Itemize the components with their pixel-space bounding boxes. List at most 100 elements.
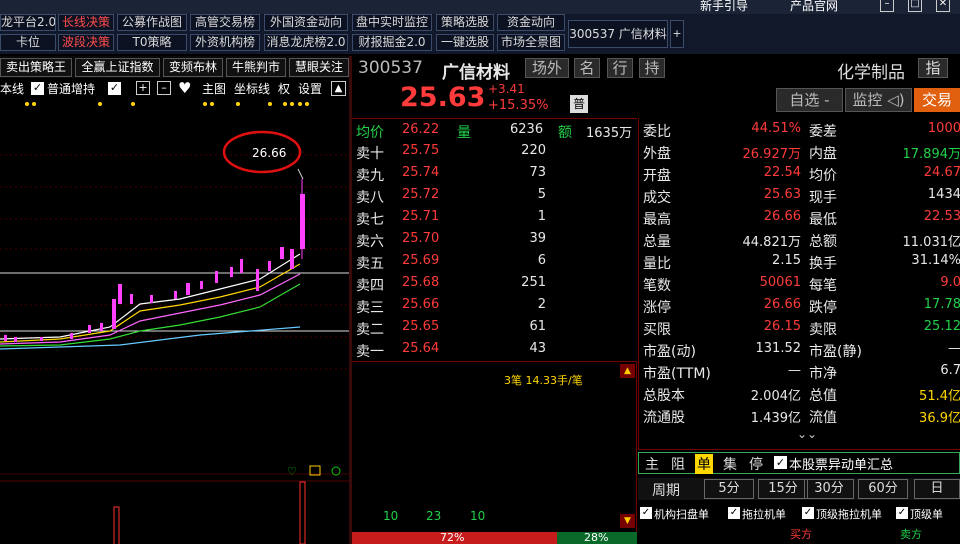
tab-sell-strategy[interactable]: 卖出策略王 <box>0 58 72 77</box>
tab-ting[interactable]: 停 <box>749 454 763 474</box>
minimize-icon[interactable]: – <box>880 0 894 12</box>
ask-row[interactable]: 卖十 25.75 220 <box>352 141 637 163</box>
tab-zu[interactable]: 阻 <box>671 454 685 474</box>
period-day[interactable]: 日 <box>914 479 960 499</box>
checkbox-icon[interactable]: ✓ <box>774 456 787 469</box>
toolbar-btn[interactable]: 公募作战图 <box>117 14 187 31</box>
checkbox-icon[interactable]: ✓ <box>728 507 740 519</box>
checkbox-icon[interactable]: ✓ <box>640 507 652 519</box>
kline-chart[interactable]: 26.66 ♡ <box>0 99 350 544</box>
tab-focus[interactable]: 慧眼关注 <box>289 58 349 77</box>
main-chart-label[interactable]: 主图 <box>202 80 226 97</box>
toolbar-btn[interactable]: 资金动向 <box>497 14 565 31</box>
sell-side-label: 卖方 <box>900 528 922 541</box>
tag-changwai[interactable]: 场外 <box>525 58 569 78</box>
tab-shanghai-index[interactable]: 全赢上证指数 <box>75 58 160 77</box>
toolbar-btn[interactable]: 卡位 <box>0 34 56 51</box>
period-60m[interactable]: 60分 <box>858 479 908 499</box>
trade-button[interactable]: 交易 <box>914 88 960 112</box>
avg-price: 26.22 <box>402 122 440 137</box>
ask-row[interactable]: 卖五 25.69 6 <box>352 251 637 273</box>
checkbox-icon[interactable]: ✓ <box>802 507 814 519</box>
watchlist-button[interactable]: 自选 - <box>776 88 843 112</box>
volume-icons[interactable]: ♡ <box>287 465 341 478</box>
filter-tuolaji[interactable]: 拖拉机单 <box>742 506 786 522</box>
filter-top-tuolaji[interactable]: 顶级拖拉机单 <box>816 506 882 522</box>
ask-price: 25.71 <box>402 209 440 224</box>
toolbar-btn[interactable]: 高管交易榜 <box>190 14 260 31</box>
stat-label: 委比 <box>643 124 671 140</box>
period-15m[interactable]: 15分 <box>758 479 808 499</box>
coord-line-label[interactable]: 坐标线 <box>234 80 270 97</box>
toolbar-btn[interactable]: 龙平台2.0 <box>0 14 56 31</box>
ask-row[interactable]: 卖三 25.66 2 <box>352 295 637 317</box>
tab-zhu[interactable]: 主 <box>645 454 659 474</box>
tag-ming[interactable]: 名 <box>574 58 600 78</box>
expand-icon[interactable]: ⌄⌄ <box>797 427 817 441</box>
pointer-line <box>297 168 304 180</box>
collapse-icon[interactable]: ▲ <box>331 81 346 96</box>
close-icon[interactable]: ✕ <box>936 0 950 12</box>
tab-bollinger[interactable]: 变频布林 <box>163 58 223 77</box>
tab-bull-bear[interactable]: 牛熊判市 <box>226 58 286 77</box>
toolbar-btn[interactable]: T0策略 <box>117 34 187 51</box>
filter-jigou[interactable]: 机构扫盘单 <box>654 506 709 522</box>
toolbar-btn[interactable]: 财报掘金2.0 <box>352 34 432 51</box>
toolbar-btn[interactable]: 策略选股 <box>436 14 494 31</box>
stat-value: 26.66 <box>763 209 801 224</box>
buy-side-label: 买方 <box>790 528 812 541</box>
ask-row[interactable]: 卖六 25.70 39 <box>352 229 637 251</box>
zoom-in-icon[interactable]: + <box>136 81 150 95</box>
maximize-icon[interactable]: □ <box>908 0 922 12</box>
checkbox-icon[interactable]: ✓ <box>108 82 121 95</box>
toolbar-btn[interactable]: 长线决策 <box>58 14 114 31</box>
filter-top[interactable]: 顶级单 <box>910 506 943 522</box>
product-link[interactable]: 产品官网 <box>790 0 838 14</box>
ask-row[interactable]: 卖二 25.65 61 <box>352 317 637 339</box>
toolbar-btn[interactable]: 外国资金动向 <box>264 14 348 31</box>
tab-dan[interactable]: 单 <box>695 454 713 474</box>
industry-label[interactable]: 化学制品 <box>837 58 905 83</box>
ask-level: 卖二 <box>356 322 384 338</box>
settings-label[interactable]: 设置 <box>298 80 322 97</box>
heart-icon[interactable]: ♥ <box>178 79 191 97</box>
toolbar-btn[interactable]: 波段决策 <box>58 34 114 51</box>
tag-hang[interactable]: 行 <box>607 58 633 78</box>
stat-value: 26.15 <box>763 319 801 334</box>
period-5m[interactable]: 5分 <box>704 479 754 499</box>
ask-row[interactable]: 卖七 25.71 1 <box>352 207 637 229</box>
scroll-up-icon[interactable]: ▲ <box>620 364 635 378</box>
ask-row[interactable]: 卖一 25.64 43 <box>352 339 637 361</box>
rights-label[interactable]: 权 <box>278 80 290 97</box>
checkbox-icon[interactable]: ✓ <box>31 82 44 95</box>
buy-sell-ratio-bar: 72% 28% <box>352 531 637 544</box>
monitor-button[interactable]: 监控 ◁) <box>845 88 912 112</box>
toolbar-btn[interactable]: 市场全景图 <box>497 34 565 51</box>
index-button[interactable]: 指 <box>918 58 948 78</box>
tag-chi[interactable]: 持 <box>639 58 665 78</box>
stat-value: 25.63 <box>763 187 801 202</box>
toolbar-btn[interactable]: 消息龙虎榜2.0 <box>264 34 348 51</box>
ask-price: 25.65 <box>402 319 440 334</box>
scroll-down-icon[interactable]: ▼ <box>620 514 635 528</box>
stat-label: 量比 <box>643 256 671 272</box>
zoom-out-icon[interactable]: – <box>157 81 171 95</box>
ask-volume: 6 <box>537 253 546 268</box>
ask-row[interactable]: 卖九 25.74 73 <box>352 163 637 185</box>
stock-tab[interactable]: 300537 广信材料 <box>568 20 668 48</box>
checkbox-icon[interactable]: ✓ <box>896 507 908 519</box>
period-30m[interactable]: 30分 <box>804 479 854 499</box>
stat-label: 市盈(TTM) <box>643 366 711 382</box>
stock-code: 300537 <box>358 58 423 78</box>
toolbar-btn[interactable]: 盘中实时监控 <box>352 14 432 31</box>
tab-ji[interactable]: 集 <box>723 454 737 474</box>
ask-row[interactable]: 卖八 25.72 5 <box>352 185 637 207</box>
stat-label: 买限 <box>643 322 671 338</box>
guide-link[interactable]: 新手引导 <box>700 0 748 14</box>
stat-label: 跌停 <box>809 300 837 316</box>
stat-value: 31.14% <box>911 253 960 268</box>
add-tab-button[interactable]: + <box>670 20 684 48</box>
toolbar-btn[interactable]: 一键选股 <box>436 34 494 51</box>
ask-row[interactable]: 卖四 25.68 251 <box>352 273 637 295</box>
toolbar-btn[interactable]: 外资机构榜 <box>190 34 260 51</box>
